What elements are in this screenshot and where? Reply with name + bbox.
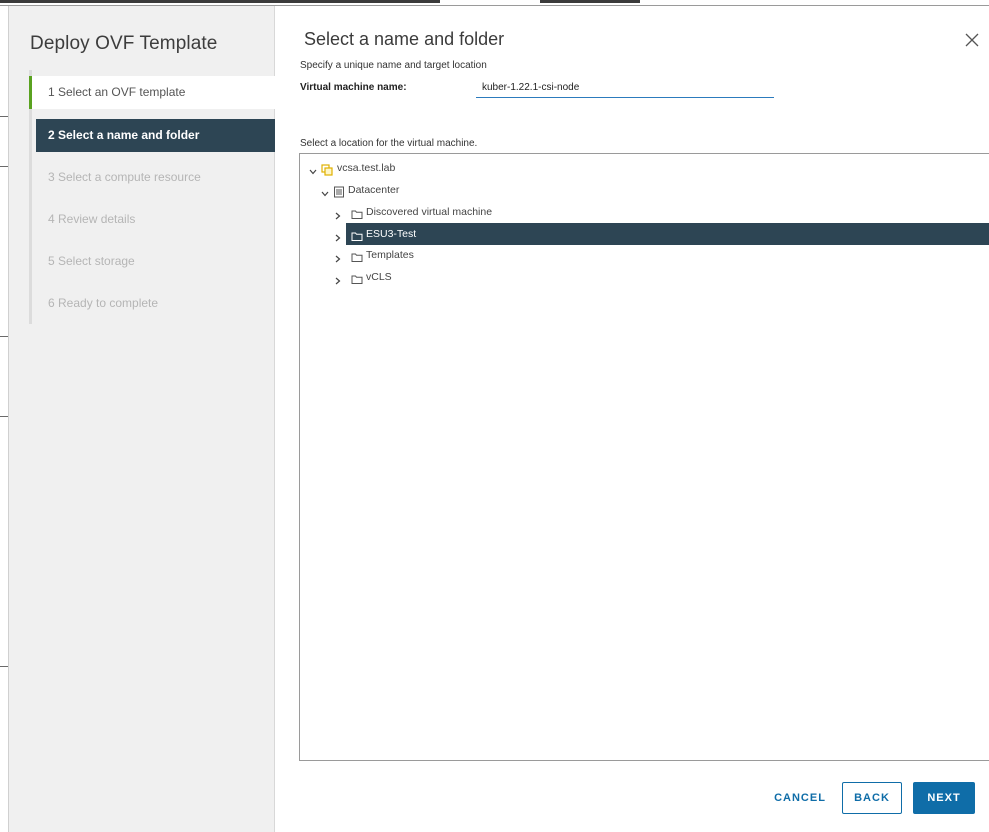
chevron-right-icon[interactable]	[333, 229, 343, 242]
tree-node-label: ESU3-Test	[366, 228, 417, 240]
wizard-sidebar: Deploy OVF Template 1 Select an OVF temp…	[9, 6, 275, 832]
tree-node-folder-selected[interactable]: ESU3-Test	[333, 223, 593, 245]
tree-node-label: Templates	[366, 249, 414, 261]
wizard-title: Deploy OVF Template	[30, 33, 218, 54]
chevron-down-icon[interactable]	[308, 163, 318, 175]
step-label: 2 Select a name and folder	[48, 128, 200, 142]
step-select-compute-resource: 3 Select a compute resource	[31, 161, 275, 194]
step-label: 3 Select a compute resource	[48, 170, 201, 184]
folder-icon	[351, 228, 363, 241]
page-subtitle: Specify a unique name and target locatio…	[300, 60, 487, 71]
next-button[interactable]: NEXT	[913, 782, 975, 814]
step-ready-to-complete: 6 Ready to complete	[31, 287, 275, 320]
tree-node-folder[interactable]: Templates	[333, 244, 593, 266]
step-label: 1 Select an OVF template	[48, 85, 186, 99]
location-label: Select a location for the virtual machin…	[300, 138, 478, 149]
step-label: 6 Ready to complete	[48, 296, 159, 310]
step-review-details: 4 Review details	[31, 203, 275, 236]
step-label: 5 Select storage	[48, 254, 135, 268]
step-label: 4 Review details	[48, 212, 136, 226]
tree-node-folder[interactable]: vCLS	[333, 266, 593, 288]
tree-node-label: Discovered virtual machine	[366, 206, 493, 218]
step-select-ovf-template[interactable]: 1 Select an OVF template	[29, 76, 275, 109]
close-icon[interactable]	[962, 30, 982, 50]
tree-node-label: vCLS	[366, 271, 392, 283]
chevron-right-icon[interactable]	[333, 272, 343, 285]
step-complete-marker	[29, 76, 32, 109]
tree-node-datacenter[interactable]: Datacenter	[320, 179, 520, 201]
page-title: Select a name and folder	[304, 29, 505, 49]
datacenter-icon	[333, 184, 345, 198]
back-button[interactable]: BACK	[842, 782, 902, 814]
chevron-right-icon[interactable]	[333, 250, 343, 263]
tree-node-vcenter[interactable]: vcsa.test.lab	[308, 157, 508, 179]
folder-icon	[351, 206, 363, 219]
step-select-name-folder[interactable]: 2 Select a name and folder	[36, 119, 275, 152]
vm-name-input[interactable]	[476, 78, 774, 98]
cancel-button[interactable]: CANCEL	[769, 782, 831, 814]
tree-node-label: Datacenter	[348, 184, 400, 196]
step-select-storage: 5 Select storage	[31, 245, 275, 278]
chevron-right-icon[interactable]	[333, 207, 343, 220]
chevron-down-icon[interactable]	[320, 185, 330, 197]
vm-name-label: Virtual machine name:	[300, 82, 407, 93]
folder-icon	[351, 249, 363, 262]
window-left-edge	[0, 6, 9, 832]
folder-icon	[351, 271, 363, 284]
tree-node-folder[interactable]: Discovered virtual machine	[333, 201, 593, 223]
vcenter-icon	[321, 162, 333, 176]
tree-node-label: vcsa.test.lab	[337, 162, 396, 174]
